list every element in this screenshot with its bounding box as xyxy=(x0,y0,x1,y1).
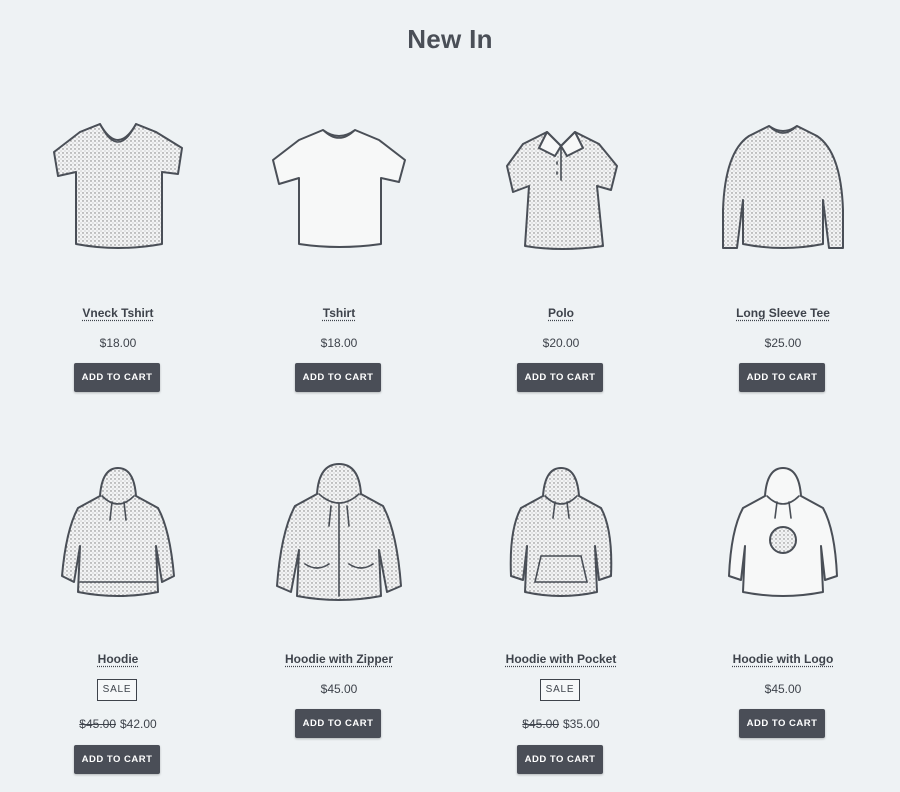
product-card-tshirt: Tshirt $18.00 ADD TO CART xyxy=(239,100,439,400)
product-card-hoodie: Hoodie SALE $45.00 $42.00 ADD TO CART xyxy=(18,446,218,786)
product-name-hoodie[interactable]: Hoodie xyxy=(18,652,218,666)
product-price-hoodie: $45.00 $42.00 xyxy=(18,717,218,731)
page-title: New In xyxy=(407,24,493,54)
product-card-vneck-tshirt: Vneck Tshirt $18.00 ADD TO CART xyxy=(18,100,218,400)
product-price-hoodie-with-zipper: $45.00 xyxy=(320,682,358,696)
add-to-cart-button-hoodie-with-logo[interactable]: ADD TO CART xyxy=(739,709,825,738)
sale-badge-hoodie-with-pocket: SALE xyxy=(540,679,580,701)
product-card-hoodie-with-logo: Hoodie with Logo $45.00 ADD TO CART xyxy=(683,446,883,746)
product-card-hoodie-with-zipper: Hoodie with Zipper $45.00 ADD TO CART xyxy=(239,446,439,746)
hoodie-with-zipper-image[interactable] xyxy=(239,446,439,626)
product-card-long-sleeve-tee: Long Sleeve Tee $25.00 ADD TO CART xyxy=(683,100,883,400)
add-to-cart-button-hoodie[interactable]: ADD TO CART xyxy=(74,745,160,774)
product-price-long-sleeve-tee: $25.00 xyxy=(764,336,802,350)
product-name-hoodie-with-zipper[interactable]: Hoodie with Zipper xyxy=(239,652,439,666)
original-price-hoodie-with-pocket: $45.00 xyxy=(522,717,559,731)
long-sleeve-tee-image[interactable] xyxy=(683,100,883,280)
vneck-tshirt-image[interactable] xyxy=(18,100,218,280)
product-price-hoodie-with-logo: $45.00 xyxy=(764,682,802,696)
add-to-cart-button-vneck-tshirt[interactable]: ADD TO CART xyxy=(74,363,160,392)
product-price-vneck-tshirt: $18.00 xyxy=(99,336,137,350)
hoodie-with-pocket-image[interactable] xyxy=(461,446,661,626)
sale-price-hoodie-with-pocket: $35.00 xyxy=(563,717,600,731)
add-to-cart-button-tshirt[interactable]: ADD TO CART xyxy=(295,363,381,392)
product-name-polo[interactable]: Polo xyxy=(461,306,661,320)
sale-badge-hoodie: SALE xyxy=(97,679,137,701)
product-name-tshirt[interactable]: Tshirt xyxy=(239,306,439,320)
hoodie-with-logo-image[interactable] xyxy=(683,446,883,626)
original-price-hoodie: $45.00 xyxy=(79,717,116,731)
product-name-vneck-tshirt[interactable]: Vneck Tshirt xyxy=(18,306,218,320)
product-price-polo: $20.00 xyxy=(542,336,580,350)
product-name-hoodie-with-logo[interactable]: Hoodie with Logo xyxy=(683,652,883,666)
product-price-tshirt: $18.00 xyxy=(320,336,358,350)
product-name-hoodie-with-pocket[interactable]: Hoodie with Pocket xyxy=(461,652,661,666)
add-to-cart-button-long-sleeve-tee[interactable]: ADD TO CART xyxy=(739,363,825,392)
add-to-cart-button-polo[interactable]: ADD TO CART xyxy=(517,363,603,392)
sale-price-hoodie: $42.00 xyxy=(120,717,157,731)
product-card-hoodie-with-pocket: Hoodie with Pocket SALE $45.00 $35.00 ADD… xyxy=(461,446,661,786)
hoodie-image[interactable] xyxy=(18,446,218,626)
add-to-cart-button-hoodie-with-pocket[interactable]: ADD TO CART xyxy=(517,745,603,774)
product-name-long-sleeve-tee[interactable]: Long Sleeve Tee xyxy=(683,306,883,320)
product-card-polo: Polo $20.00 ADD TO CART xyxy=(461,100,661,400)
tshirt-image[interactable] xyxy=(239,100,439,280)
polo-image[interactable] xyxy=(461,100,661,280)
product-price-hoodie-with-pocket: $45.00 $35.00 xyxy=(461,717,661,731)
add-to-cart-button-hoodie-with-zipper[interactable]: ADD TO CART xyxy=(295,709,381,738)
